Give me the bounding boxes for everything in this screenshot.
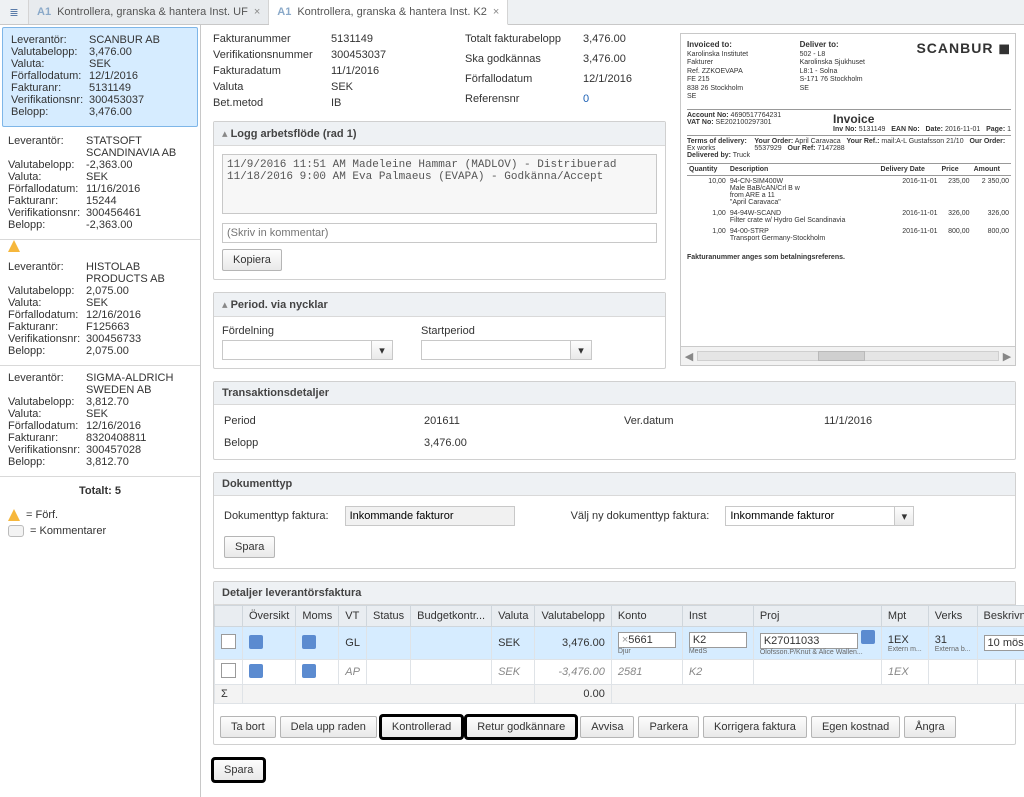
- action-kontrollerad[interactable]: Kontrollerad: [381, 716, 462, 738]
- action-korrigera-faktura[interactable]: Korrigera faktura: [703, 716, 807, 738]
- save-button[interactable]: Spara: [213, 759, 264, 781]
- new-doctype-label: Välj ny dokumenttyp faktura:: [571, 510, 710, 522]
- row-checkbox[interactable]: [221, 663, 236, 678]
- action-ångra[interactable]: Ångra: [904, 716, 955, 738]
- doctype-label: Dokumenttyp faktura:: [224, 510, 329, 522]
- panel-transaction: Transaktionsdetaljer Period 201611 Ver.d…: [213, 381, 1016, 460]
- tab-inst-uf[interactable]: A1 Kontrollera, granska & hantera Inst. …: [29, 0, 269, 24]
- main-content: Fakturanummer5131149Verifikationsnummer3…: [201, 25, 1024, 797]
- new-doctype-select[interactable]: ▾: [725, 506, 914, 526]
- invoice-list-item[interactable]: Leverantör:SCANBUR ABValutabelopp:3,476.…: [2, 27, 198, 127]
- table-row[interactable]: AP SEK -3,476.00 2581 K2 1EX: [215, 660, 1024, 685]
- legend: = Förf. = Kommentarer: [0, 505, 200, 545]
- action-avvisa[interactable]: Avvisa: [580, 716, 634, 738]
- invoice-preview: Invoiced to: Karolinska InstitutetFaktur…: [680, 33, 1016, 366]
- table-row[interactable]: GL SEK 3,476.00 × 5661Djur K2MedS K27011…: [215, 627, 1024, 660]
- chevron-down-icon[interactable]: ▾: [895, 506, 914, 526]
- invoice-header: Fakturanummer5131149Verifikationsnummer3…: [213, 33, 666, 109]
- amount-label: Belopp: [224, 437, 424, 449]
- period-value: 201611: [424, 415, 624, 427]
- arrow-right-icon[interactable]: ▶: [999, 350, 1015, 363]
- doctype-value: [345, 506, 515, 526]
- save-doctype-button[interactable]: Spara: [224, 536, 275, 558]
- warning-icon: [8, 509, 20, 521]
- verdate-label: Ver.datum: [624, 415, 824, 427]
- arrow-left-icon[interactable]: ◀: [681, 350, 697, 363]
- startperiod-select[interactable]: ▾: [421, 340, 592, 360]
- tab-inst-k2[interactable]: A1 Kontrollera, granska & hantera Inst. …: [269, 0, 508, 25]
- panel-log: Logg arbetsflöde (rad 1) 11/9/2016 11:51…: [213, 121, 666, 280]
- details-table: ÖversiktMomsVTStatusBudgetkontr...Valuta…: [214, 605, 1024, 704]
- action-ta-bort[interactable]: Ta bort: [220, 716, 276, 738]
- lookup-icon[interactable]: [861, 630, 875, 644]
- invoice-list-item[interactable]: Leverantör:SIGMA-ALDRICH SWEDEN ABValuta…: [0, 366, 200, 477]
- warning-icon: [8, 240, 20, 252]
- overview-icon[interactable]: [249, 635, 263, 649]
- fordelning-select[interactable]: ▾: [222, 340, 393, 360]
- logo-icon: ◼: [998, 40, 1011, 56]
- panel-doctype: Dokumenttyp Dokumenttyp faktura: Välj ny…: [213, 472, 1016, 569]
- period-label: Period: [224, 415, 424, 427]
- konto-input[interactable]: × 5661: [618, 632, 676, 648]
- close-icon[interactable]: ×: [493, 6, 499, 18]
- action-egen-kostnad[interactable]: Egen kostnad: [811, 716, 900, 738]
- tab-bar: ≣ A1 Kontrollera, granska & hantera Inst…: [0, 0, 1024, 25]
- action-dela-upp-raden[interactable]: Dela upp raden: [280, 716, 377, 738]
- doc-icon: A1: [277, 6, 291, 18]
- panel-details: Detaljer leverantörsfaktura ÖversiktMoms…: [213, 581, 1016, 745]
- apps-icon[interactable]: ≣: [0, 0, 29, 24]
- tab-label: Kontrollera, granska & hantera Inst. UF: [57, 6, 248, 18]
- tab-label: Kontrollera, granska & hantera Inst. K2: [297, 6, 487, 18]
- doc-icon: A1: [37, 6, 51, 18]
- beskr-input[interactable]: 10 möss Å: [984, 635, 1024, 651]
- inst-input[interactable]: K2: [689, 632, 747, 648]
- invoice-list-sidebar: Leverantör:SCANBUR ABValutabelopp:3,476.…: [0, 25, 201, 797]
- chevron-down-icon[interactable]: ▾: [571, 340, 592, 360]
- action-parkera[interactable]: Parkera: [638, 716, 699, 738]
- fordelning-label: Fördelning: [222, 325, 393, 337]
- preview-scrollbar[interactable]: ◀ ▶: [681, 346, 1015, 365]
- invoice-list-item[interactable]: Leverantör:HISTOLAB PRODUCTS ABValutabel…: [0, 255, 200, 366]
- proj-input[interactable]: K27011033: [760, 633, 858, 649]
- amount-value: 3,476.00: [424, 437, 624, 449]
- vat-icon[interactable]: [302, 664, 316, 678]
- action-retur-godkännare[interactable]: Retur godkännare: [466, 716, 576, 738]
- vat-icon[interactable]: [302, 635, 316, 649]
- comment-icon: [8, 525, 24, 537]
- chevron-down-icon[interactable]: ▾: [372, 340, 393, 360]
- comment-input[interactable]: [222, 223, 657, 243]
- sum-row: Σ 0.00: [215, 685, 1024, 704]
- startperiod-label: Startperiod: [421, 325, 592, 337]
- panel-period: Period. via nycklar Fördelning ▾ Startpe…: [213, 292, 666, 369]
- total-count: Totalt: 5: [0, 477, 200, 505]
- invoice-list-item[interactable]: Leverantör:STATSOFT SCANDINAVIA ABValuta…: [0, 129, 200, 240]
- workflow-log: 11/9/2016 11:51 AM Madeleine Hammar (MAD…: [222, 154, 657, 214]
- invoice-lines-table: QuantityDescriptionDelivery DatePriceAmo…: [687, 163, 1011, 244]
- copy-button[interactable]: Kopiera: [222, 249, 282, 271]
- verdate-value: 11/1/2016: [824, 415, 944, 427]
- overview-icon[interactable]: [249, 664, 263, 678]
- close-icon[interactable]: ×: [254, 6, 260, 18]
- row-checkbox[interactable]: [221, 634, 236, 649]
